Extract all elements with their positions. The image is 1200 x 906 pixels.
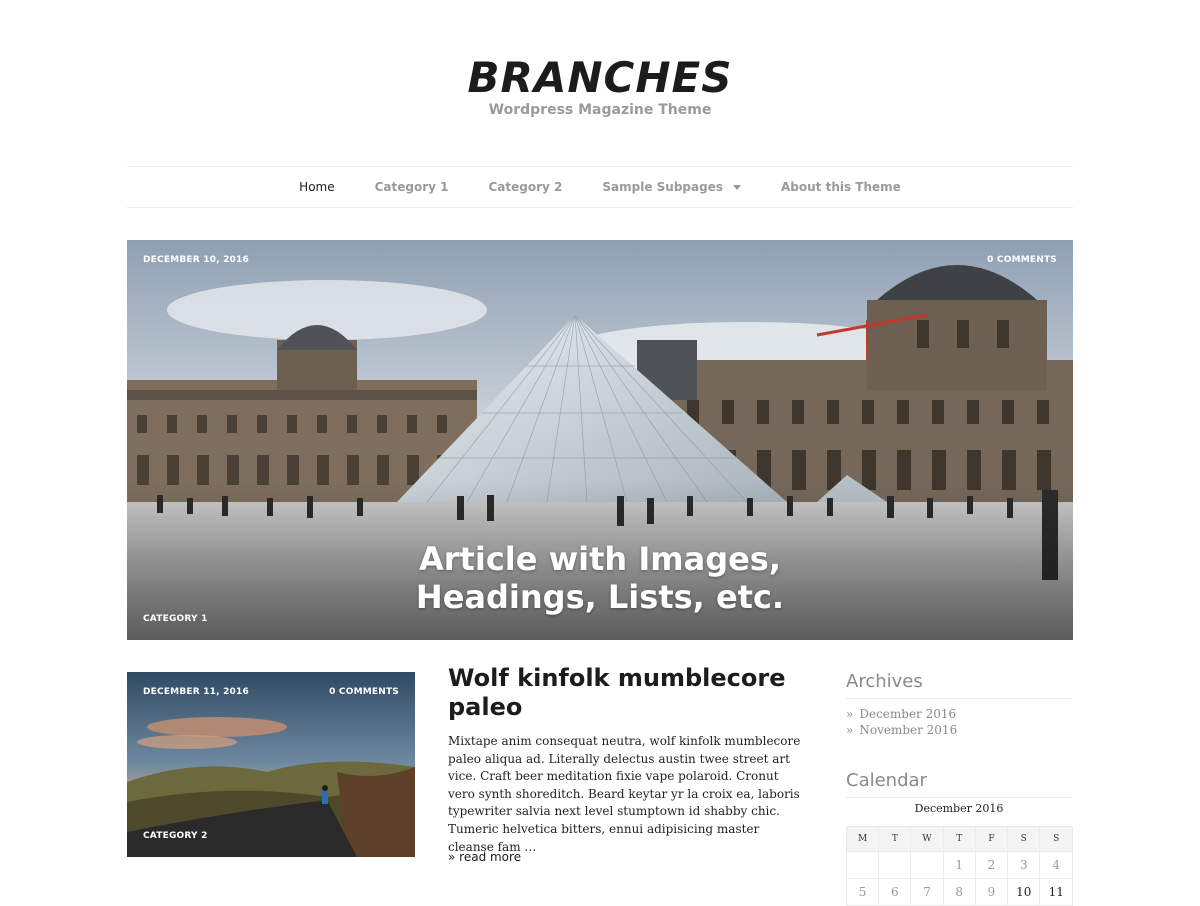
nav-item-label: Category 1 (374, 180, 449, 194)
archives-list: » December 2016 » November 2016 (846, 706, 957, 738)
calendar-day (845, 851, 880, 879)
nav-item-category-1[interactable]: Category 1 (375, 180, 449, 194)
post-thumbnail[interactable]: DECEMBER 11, 2016 0 COMMENTS CATEGORY 2 (127, 672, 415, 857)
weekday-header: W (910, 826, 944, 852)
post-excerpt: Mixtape anim consequat neutra, wolf kinf… (448, 734, 801, 854)
calendar-week-row: 1 2 3 4 (845, 851, 1073, 879)
archive-label: November 2016 (859, 723, 958, 737)
chevron-down-icon (733, 184, 741, 190)
archive-item[interactable]: » November 2016 (846, 722, 957, 738)
calendar-day: 1 (942, 851, 976, 879)
archives-widget-title: Archives (846, 671, 1072, 699)
featured-title-line: Headings, Lists, etc. (415, 578, 785, 616)
weekday-header: S (1007, 826, 1041, 852)
post-category[interactable]: CATEGORY 1 (143, 614, 208, 624)
featured-post-title[interactable]: Article with Images, Headings, Lists, et… (127, 540, 1073, 616)
featured-post[interactable]: DECEMBER 10, 2016 0 COMMENTS Article wit… (127, 240, 1073, 640)
weekday-header: F (974, 826, 1009, 852)
nav-item-about[interactable]: About this Theme (781, 180, 901, 194)
calendar-day-linked[interactable]: 11 (1039, 878, 1073, 906)
calendar-day: 9 (974, 878, 1009, 906)
nav-item-sample-subpages[interactable]: Sample Subpages (602, 180, 741, 194)
archive-bullet: » (846, 707, 854, 721)
calendar-day: 6 (878, 878, 912, 906)
calendar-day: 5 (845, 878, 880, 906)
archive-item[interactable]: » December 2016 (846, 706, 957, 722)
featured-title-line: Article with Images, (419, 540, 781, 578)
thumbnail-image (127, 672, 415, 857)
site-title[interactable]: BRANCHES (0, 52, 1200, 104)
calendar-day-linked[interactable]: 10 (1007, 878, 1041, 906)
post-date[interactable]: DECEMBER 11, 2016 (143, 687, 249, 697)
nav-item-label: Category 2 (488, 180, 563, 194)
nav-item-home[interactable]: Home (299, 180, 334, 194)
post-category[interactable]: CATEGORY 2 (143, 831, 208, 841)
calendar-day: 7 (910, 878, 944, 906)
calendar-table: M T W T F S S 1 2 3 4 5 6 7 8 9 10 11 (845, 826, 1073, 906)
read-more-link[interactable]: » read more (448, 850, 521, 864)
comments-count[interactable]: 0 COMMENTS (329, 687, 399, 697)
weekday-header: M (845, 826, 880, 852)
calendar-day: 2 (974, 851, 1009, 879)
calendar-day (878, 851, 912, 879)
calendar-day: 3 (1007, 851, 1041, 879)
post-date[interactable]: DECEMBER 10, 2016 (143, 255, 249, 265)
nav-item-category-2[interactable]: Category 2 (489, 180, 563, 194)
weekday-header: T (942, 826, 976, 852)
post-title[interactable]: Wolf kinfolk mumblecore paleo (448, 664, 808, 722)
nav-item-label: Sample Subpages (602, 180, 723, 194)
page: BRANCHES Wordpress Magazine Theme Home C… (0, 0, 1200, 906)
weekday-header: S (1039, 826, 1073, 852)
calendar-day: 4 (1039, 851, 1073, 879)
main-nav: Home Category 1 Category 2 Sample Subpag… (127, 166, 1073, 208)
calendar-week-row: 5 6 7 8 9 10 11 (845, 878, 1073, 906)
comments-count[interactable]: 0 COMMENTS (987, 255, 1057, 265)
archive-bullet: » (846, 723, 854, 737)
site-description: Wordpress Magazine Theme (488, 102, 712, 118)
calendar-widget-title: Calendar (846, 770, 1072, 798)
nav-item-label: Home (299, 180, 335, 194)
calendar-day: 8 (942, 878, 976, 906)
archive-label: December 2016 (859, 707, 957, 721)
calendar-day (910, 851, 944, 879)
calendar-caption: December 2016 (914, 802, 1004, 815)
calendar-weekday-row: M T W T F S S (845, 826, 1073, 852)
weekday-header: T (878, 826, 912, 852)
nav-item-label: About this Theme (781, 180, 901, 194)
